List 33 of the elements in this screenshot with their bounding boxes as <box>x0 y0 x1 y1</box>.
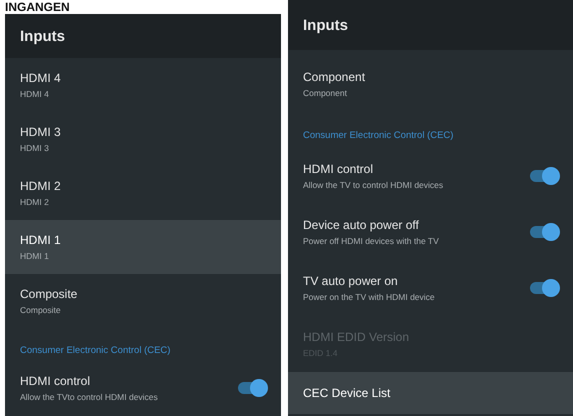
item-title: HDMI 3 <box>20 125 61 139</box>
toggle-switch[interactable] <box>530 282 558 294</box>
item-title: Device auto power off <box>303 218 420 232</box>
item-description: HDMI 4 <box>20 89 50 99</box>
item-description: Power on the TV with HDMI device <box>303 292 435 302</box>
item-description: Power off HDMI devices with the TV <box>303 236 439 246</box>
item-description: Allow the TVto control HDMI devices <box>20 392 158 402</box>
panel-title: Inputs <box>5 14 281 58</box>
section-heading: Consumer Electronic Control (CEC) <box>303 130 454 140</box>
item-title: Component <box>303 70 366 84</box>
item-title: Composite <box>20 287 78 301</box>
item-description: HDMI 3 <box>20 143 50 153</box>
item-title: CEC Device List <box>303 386 390 400</box>
section-heading: Consumer Electronic Control (CEC) <box>20 344 170 356</box>
item-description: Allow the TV to control HDMI devices <box>303 180 444 190</box>
item-title: HDMI 2 <box>20 179 61 193</box>
item-description: Component <box>303 88 348 98</box>
item-title: HDMI 4 <box>20 71 61 85</box>
item-title: HDMI 1 <box>20 233 61 247</box>
panel-title: Inputs <box>288 0 573 50</box>
item-title: HDMI EDID Version <box>303 330 410 344</box>
item-title: HDMI control <box>303 162 374 176</box>
menu-item[interactable]: CEC Device List <box>288 372 573 414</box>
item-title: HDMI control <box>20 374 92 388</box>
item-description: HDMI 2 <box>20 197 50 207</box>
toggle-switch[interactable] <box>530 170 558 182</box>
menu-item[interactable]: HDMI 1 HDMI 1 <box>5 220 281 274</box>
item-description: Composite <box>20 305 62 315</box>
item-description: HDMI 1 <box>20 251 50 261</box>
page-heading: INGANGEN <box>5 0 71 14</box>
item-title: TV auto power on <box>303 274 399 288</box>
toggle-switch[interactable] <box>530 226 558 238</box>
toggle-switch[interactable] <box>238 382 266 394</box>
